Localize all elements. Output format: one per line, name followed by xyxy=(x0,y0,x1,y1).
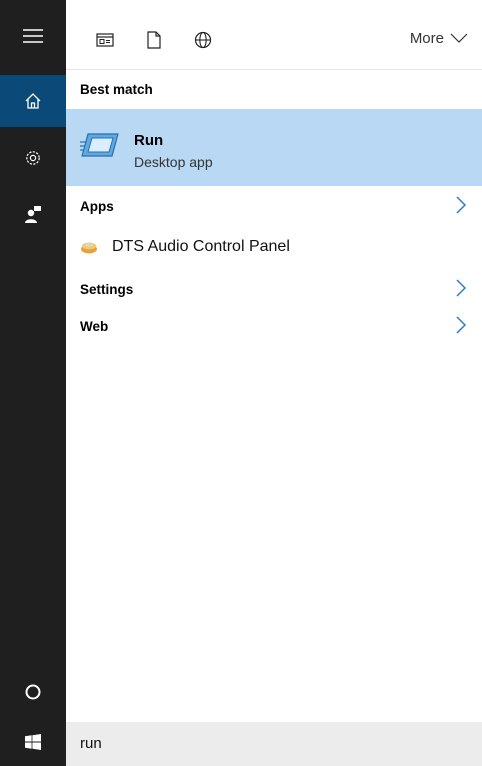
web-heading[interactable]: Web xyxy=(80,319,108,334)
app-result-item[interactable]: DTS Audio Control Panel xyxy=(66,234,482,262)
settings-chevron-right-icon[interactable] xyxy=(454,279,468,297)
filter-toolbar: More xyxy=(66,0,482,70)
settings-heading[interactable]: Settings xyxy=(80,282,133,297)
windows-logo-icon xyxy=(25,733,41,755)
settings-button[interactable] xyxy=(0,132,66,184)
run-app-icon xyxy=(80,131,120,164)
dts-audio-icon xyxy=(80,240,98,259)
documents-filter-icon xyxy=(147,30,161,54)
search-input[interactable] xyxy=(80,722,460,766)
search-box[interactable] xyxy=(66,722,482,766)
start-button[interactable] xyxy=(0,722,66,766)
best-match-heading: Best match xyxy=(80,82,153,97)
menu-button[interactable] xyxy=(0,10,66,62)
web-chevron-right-icon[interactable] xyxy=(454,316,468,334)
home-button[interactable] xyxy=(0,75,66,127)
cortana-circle-icon xyxy=(24,683,42,701)
web-filter-icon xyxy=(194,31,212,54)
documents-filter-button[interactable] xyxy=(143,30,165,54)
chevron-down-icon xyxy=(444,30,468,47)
apps-heading[interactable]: Apps xyxy=(80,199,114,214)
search-results-panel: More Best match Run Desktop app Apps DTS… xyxy=(66,0,482,722)
navigation-rail xyxy=(0,0,66,766)
apps-filter-icon xyxy=(96,32,114,52)
apps-chevron-right-icon[interactable] xyxy=(454,196,468,214)
settings-icon xyxy=(24,149,42,167)
home-icon xyxy=(24,92,42,110)
hamburger-icon xyxy=(23,29,43,43)
feedback-icon xyxy=(24,205,42,223)
web-filter-button[interactable] xyxy=(192,31,214,53)
feedback-button[interactable] xyxy=(0,188,66,240)
best-match-subtitle: Desktop app xyxy=(134,154,213,170)
app-result-label: DTS Audio Control Panel xyxy=(112,238,290,255)
more-label: More xyxy=(409,30,444,47)
apps-filter-button[interactable] xyxy=(94,31,116,53)
cortana-button[interactable] xyxy=(0,666,66,718)
more-filters-button[interactable]: More xyxy=(410,30,468,47)
best-match-title: Run xyxy=(134,132,164,149)
best-match-item[interactable]: Run Desktop app xyxy=(66,109,482,186)
